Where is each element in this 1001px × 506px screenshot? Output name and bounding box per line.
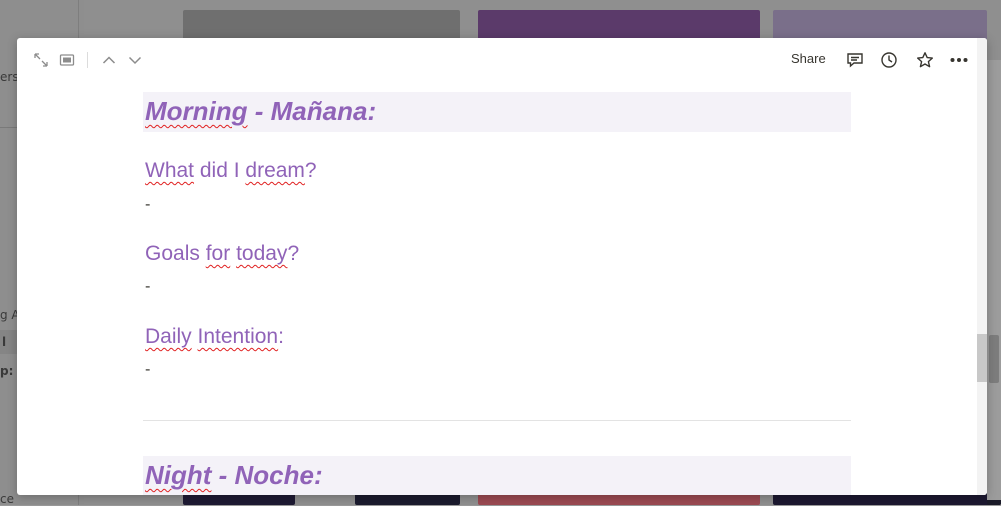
modal-topbar: Share [17,38,987,82]
heading-text: - Noche: [211,460,323,490]
question-text: Intention [197,325,279,348]
ellipsis-icon [950,58,968,62]
history-button[interactable] [877,48,901,72]
page-content: Morning - Mañana: What did I dream? - Go… [17,82,977,495]
open-as-page-button[interactable] [55,48,79,72]
star-icon [917,52,933,68]
chevron-up-icon [102,56,116,64]
background-thumbnail [773,10,987,40]
question-text: ? [287,242,300,265]
favorite-button[interactable] [913,48,937,72]
background-text-fragment: p: [0,364,14,378]
goals-answer[interactable]: - [145,277,150,295]
page-modal: Share Morning - Mañana: What did I dream… [17,38,987,495]
goals-question[interactable]: Goals for today? [145,242,299,266]
chevron-down-icon [128,56,142,65]
expand-button[interactable] [29,48,53,72]
question-text: did I [194,159,246,182]
more-options-button[interactable] [947,48,971,72]
background-text-fragment: ce [0,492,14,506]
question-text: What [145,159,195,182]
background-text-fragment: ers [0,70,19,84]
night-heading[interactable]: Night - Noche: [145,460,323,491]
question-text: for [205,242,231,265]
share-button[interactable]: Share [791,51,826,66]
dream-question[interactable]: What did I dream? [145,159,317,183]
divider [143,420,851,421]
background-scrollbar [987,60,1001,500]
question-text: Goals [145,242,206,265]
question-text: ? [304,159,317,182]
next-page-button[interactable] [123,48,147,72]
previous-page-button[interactable] [97,48,121,72]
dream-answer[interactable]: - [145,195,150,213]
question-text: today [236,242,288,265]
question-text: Daily [145,325,192,348]
background-thumbnail [478,10,760,40]
page-layout-icon [59,54,75,66]
morning-heading[interactable]: Morning - Mañana: [145,96,376,127]
intention-question[interactable]: Daily Intention: [145,325,284,349]
background-text-fragment: l [2,335,7,349]
expand-icon [34,53,48,67]
heading-text: Morning [145,96,248,126]
toolbar-separator [87,52,88,68]
heading-text: - Mañana: [247,96,377,126]
comments-button[interactable] [843,48,867,72]
question-text: dream [245,159,305,182]
clock-icon [881,52,897,68]
comment-icon [847,53,863,68]
heading-text: Night [145,460,212,490]
modal-scroll-thumb[interactable] [977,334,987,382]
modal-scrollbar[interactable] [977,38,987,495]
intention-answer[interactable]: - [145,360,150,378]
question-text: : [278,325,284,348]
background-scroll-thumb [989,335,999,383]
background-thumbnail [183,10,460,40]
